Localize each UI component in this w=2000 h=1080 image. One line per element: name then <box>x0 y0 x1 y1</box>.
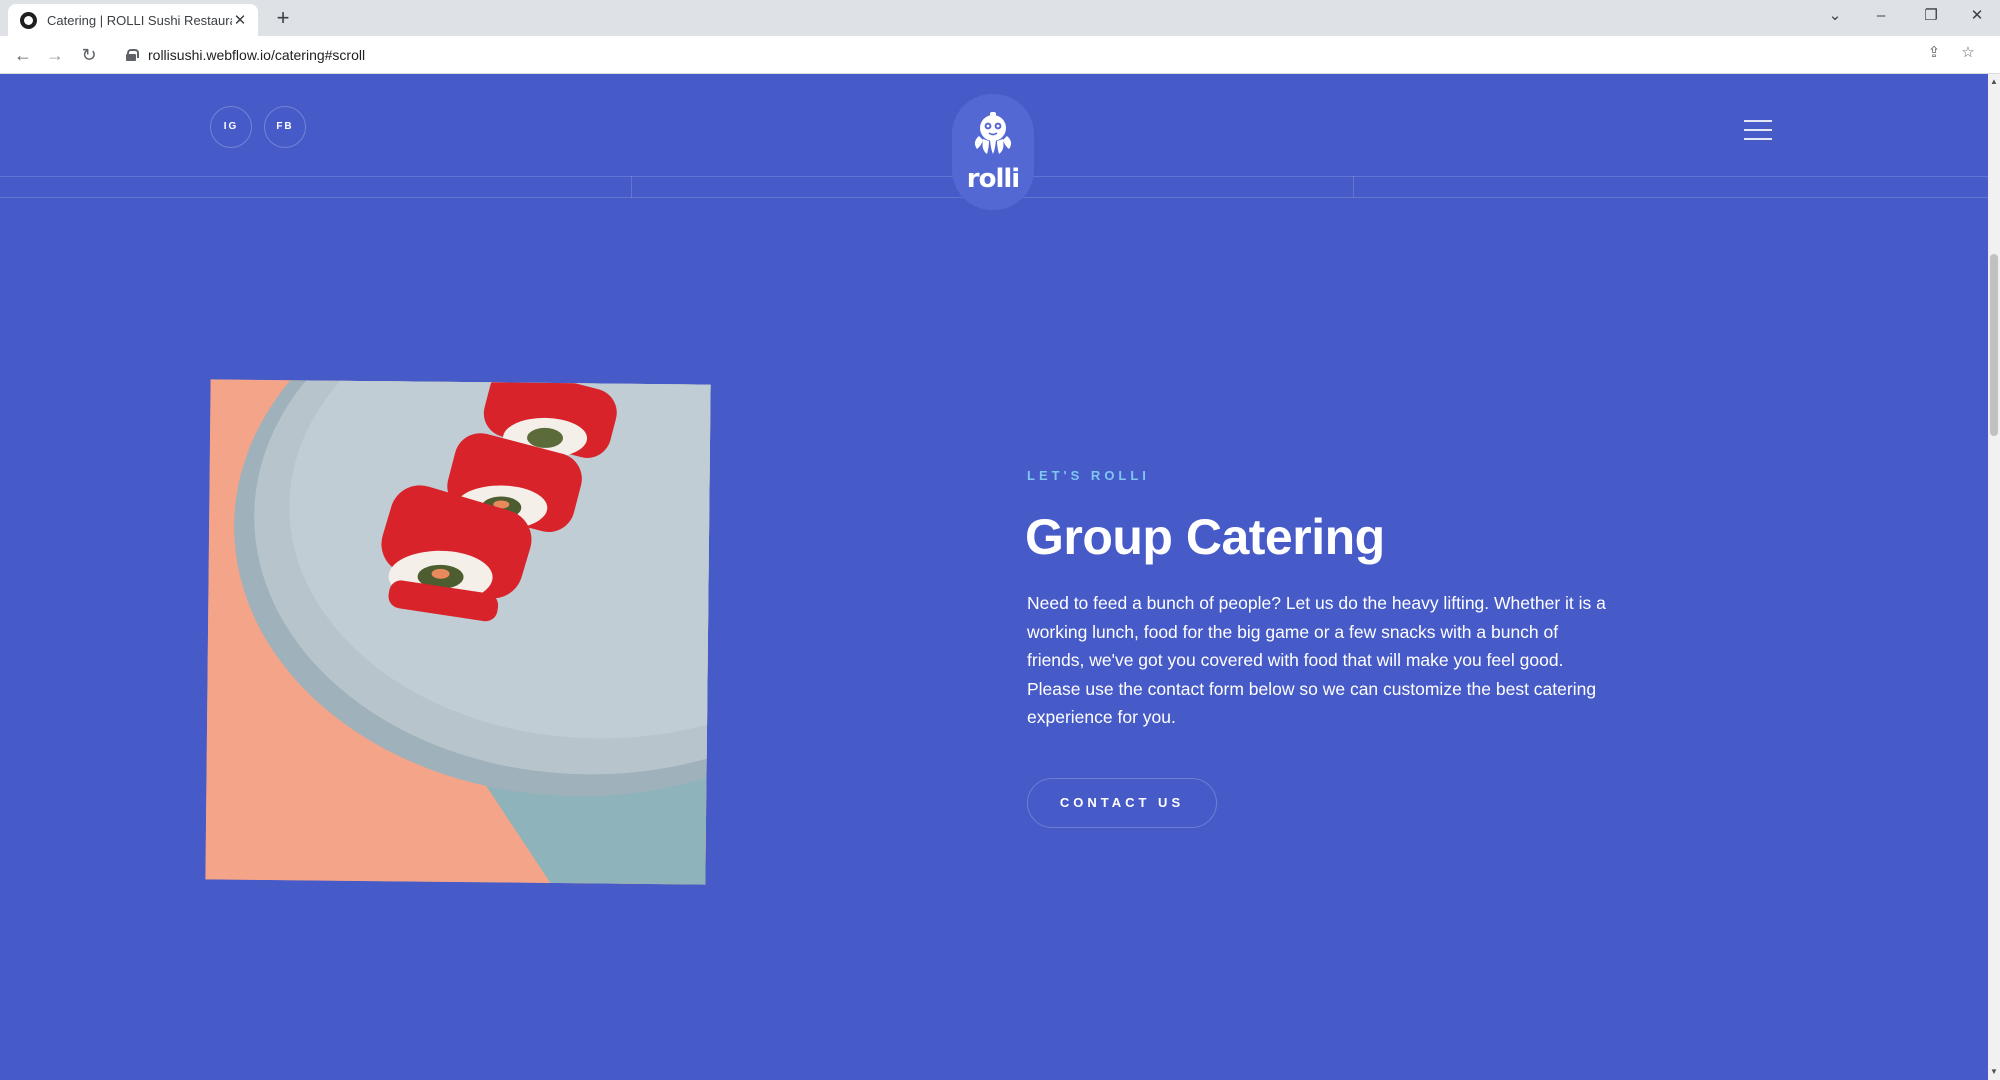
header-divider <box>631 176 632 198</box>
bookmark-star-icon[interactable]: ☆ <box>1956 43 1980 61</box>
share-icon[interactable]: ⇪ <box>1922 43 1946 61</box>
hamburger-menu-icon[interactable] <box>1744 120 1772 140</box>
catering-description: Need to feed a bunch of people? Let us d… <box>1027 593 1606 727</box>
browser-tab[interactable]: Catering | ROLLI Sushi Restaurant ✕ <box>8 4 258 36</box>
logo-text: rolli <box>966 164 1020 194</box>
header-divider <box>1353 176 1354 198</box>
reload-icon[interactable]: ↻ <box>76 42 102 68</box>
page-title: Group Catering <box>1025 509 1385 565</box>
page-scrollbar[interactable]: ▲ ▼ <box>1988 74 2000 1080</box>
sushi-plate-image <box>205 379 711 885</box>
rolli-logo[interactable]: rolli <box>952 94 1034 210</box>
scroll-down-icon[interactable]: ▼ <box>1988 1066 2000 1078</box>
close-window-button[interactable]: ✕ <box>1954 0 2000 32</box>
url-text: rollisushi.webflow.io/catering#scroll <box>148 47 366 63</box>
address-bar[interactable]: rollisushi.webflow.io/catering#scroll <box>112 40 1992 70</box>
browser-toolbar: ← → ↻ rollisushi.webflow.io/catering#scr… <box>0 36 2000 74</box>
contact-us-button[interactable]: CONTACT US <box>1027 778 1217 828</box>
back-arrow-icon[interactable]: ← <box>10 42 36 68</box>
browser-tab-bar: Catering | ROLLI Sushi Restaurant ✕ + ⌄ … <box>0 0 2000 36</box>
tab-close-icon[interactable]: ✕ <box>232 11 248 29</box>
tab-title: Catering | ROLLI Sushi Restaurant <box>47 12 232 28</box>
octopus-mascot-icon <box>974 112 1012 154</box>
scroll-up-icon[interactable]: ▲ <box>1988 76 2000 88</box>
sushi-photo <box>205 379 711 885</box>
tab-search-icon[interactable]: ⌄ <box>1812 0 1858 32</box>
lock-icon <box>126 49 139 61</box>
page-content: IG FB rolli LET'S ROLLI Group Catering N… <box>0 74 1988 1080</box>
restore-button[interactable]: ❐ <box>1908 0 1954 32</box>
instagram-link[interactable]: IG <box>210 106 252 148</box>
minimize-button[interactable]: – <box>1858 0 1904 32</box>
forward-arrow-icon[interactable]: → <box>42 42 68 68</box>
site-favicon-icon <box>20 11 37 29</box>
scroll-thumb[interactable] <box>1990 254 1998 436</box>
section-eyebrow: LET'S ROLLI <box>1027 468 1150 483</box>
new-tab-button[interactable]: + <box>270 5 296 31</box>
facebook-link[interactable]: FB <box>264 106 306 148</box>
